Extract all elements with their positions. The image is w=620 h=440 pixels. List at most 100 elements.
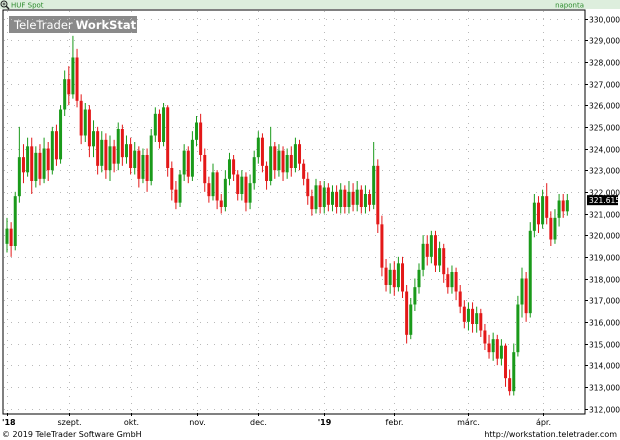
candle [92,120,96,158]
candle [384,259,388,292]
candle [50,126,54,175]
candle [491,332,495,361]
candle-body [285,155,289,173]
candle-body [223,178,227,207]
candle [186,146,190,184]
candle-body [83,109,87,136]
candlestick-chart: HUF Spot naponta TeleTrader WorkStation 3… [0,0,620,439]
candle-body [372,165,376,205]
x-tick-label: márc. [457,418,480,427]
y-tick-label: 323,000 [589,167,620,176]
candle [273,142,277,179]
candle [413,278,417,311]
candle-body [232,159,236,175]
candle [524,272,528,322]
candle-body [30,146,34,181]
candle-body [199,122,203,155]
candle-body [471,308,475,324]
candle [207,176,211,203]
candle [339,183,343,214]
candle-body [298,144,302,164]
candle [363,185,367,214]
candle [471,302,475,333]
x-tick-label: nov. [189,418,206,427]
candle [454,267,458,301]
y-tick-label: 313,000 [589,384,620,393]
candle-body [13,196,17,246]
candle-body [549,217,553,240]
candle [458,285,462,314]
candle-body [528,230,532,314]
candle [141,148,145,184]
candle-body [5,228,9,244]
candle [388,263,392,294]
candle [42,137,46,184]
candle [421,235,425,277]
candle-body [314,185,318,210]
candle-body [17,157,21,197]
candle [199,113,203,162]
last-price-marker: 321.6152 [587,195,620,206]
candle [446,267,450,294]
y-tick-label: 318,000 [589,276,620,285]
y-tick-label: 330,000 [589,16,620,25]
candle [100,131,104,173]
y-tick-label: 321,000 [589,211,620,220]
candle-body [433,235,437,266]
candle [219,194,223,214]
candle-body [219,200,223,207]
candle-body [141,155,145,179]
candle-body [347,191,351,207]
candle-body [561,200,565,212]
candle [96,126,100,175]
x-axis: '18 szept. okt. nov. dec. '19 febr. márc. ápr. [2,413,551,427]
candle [223,170,227,212]
candle-body [137,150,141,179]
candle-body [92,131,96,147]
candle [153,107,157,142]
candle-body [75,57,79,101]
candle-body [351,191,355,205]
instrument-label: HUF Spot [11,2,44,10]
candle-body [124,144,128,158]
candle-body [495,339,499,359]
candle [30,137,34,194]
candle [553,209,557,244]
candle [13,191,17,251]
candle-body [425,243,429,257]
candle [322,181,326,214]
candle [499,339,503,366]
candle-body [318,185,322,207]
candle-body [289,155,293,168]
y-tick-label: 315,000 [589,341,620,350]
candle-body [520,278,524,305]
candle-body [421,243,425,270]
candle-body [277,150,281,171]
candle [380,215,384,277]
candle [112,139,116,173]
candle-body [413,287,417,305]
candle [46,142,50,181]
candle-body [339,189,343,207]
candle-body [355,189,359,205]
candle [293,137,297,173]
candle-body [475,313,479,324]
candle-body [240,176,244,194]
y-axis: 312,000 313,000 314,000 315,000 316,000 317,0… [585,16,620,415]
candle [372,142,376,210]
candle-body [458,291,462,307]
candle-body [310,196,314,210]
candle [129,137,133,175]
candle [475,306,479,333]
footer-url[interactable]: http://workstation.teletrader.com [484,430,617,439]
candles [5,35,569,396]
candle-body [9,228,13,246]
candle-body [79,100,83,136]
candle [532,194,536,238]
candle [108,135,112,181]
candle-body [450,272,454,288]
candle-body [63,79,67,110]
candle-body [133,150,137,168]
candle [145,148,149,192]
candle [396,256,400,292]
